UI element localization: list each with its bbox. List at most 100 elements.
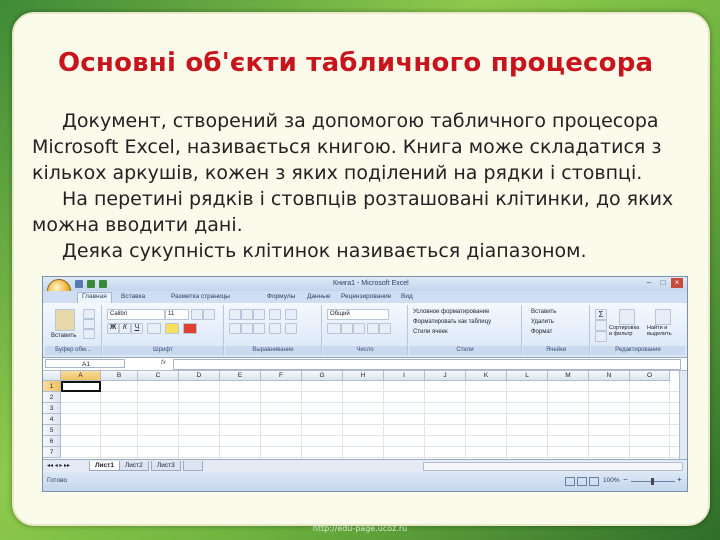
selected-cell-a1[interactable] (61, 381, 101, 392)
paste-button[interactable]: Вставить (51, 333, 76, 339)
zoom-slider-handle[interactable] (651, 478, 654, 485)
column-header-J[interactable]: J (425, 371, 466, 381)
insert-sheet-icon[interactable] (183, 461, 203, 471)
fill-icon[interactable] (595, 320, 607, 331)
underline-icon[interactable]: Ч (131, 323, 143, 334)
copy-icon[interactable] (83, 319, 95, 329)
row-header-2[interactable]: 2 (43, 392, 61, 403)
page-break-view-icon[interactable] (589, 477, 599, 486)
normal-view-icon[interactable] (565, 477, 575, 486)
align-top-icon[interactable] (229, 309, 241, 320)
number-format-select[interactable]: Общий (327, 309, 389, 320)
format-as-table-button[interactable]: Форматировать как таблицу (413, 319, 491, 325)
close-icon[interactable]: × (671, 278, 683, 288)
zoom-out-icon[interactable]: − (623, 475, 628, 484)
sheet-tab-2[interactable]: Лист2 (119, 461, 149, 471)
column-header-L[interactable]: L (507, 371, 548, 381)
tab-formulas[interactable]: Формулы (263, 293, 299, 300)
shrink-font-icon[interactable] (203, 309, 215, 320)
italic-icon[interactable]: К (119, 323, 131, 334)
slide-body: Документ, створений за допомогою табличн… (32, 108, 712, 264)
font-color-icon[interactable] (183, 323, 197, 334)
minimize-icon[interactable]: – (643, 278, 655, 288)
column-header-K[interactable]: K (466, 371, 507, 381)
sort-filter-button[interactable]: Сортировка и фильтр (609, 325, 643, 337)
save-icon[interactable] (75, 280, 83, 288)
sheet-tab-3[interactable]: Лист3 (151, 461, 181, 471)
select-all-corner[interactable] (43, 371, 61, 381)
font-name-select[interactable]: Calibri (107, 309, 165, 320)
increase-decimal-icon[interactable] (367, 323, 379, 334)
maximize-icon[interactable]: □ (657, 278, 669, 288)
paste-icon[interactable] (55, 309, 75, 331)
sort-filter-icon[interactable] (619, 309, 635, 325)
currency-icon[interactable] (327, 323, 341, 334)
clear-icon[interactable] (595, 331, 607, 342)
align-middle-icon[interactable] (241, 309, 253, 320)
column-header-A[interactable]: A (61, 371, 101, 381)
row-header-5[interactable]: 5 (43, 425, 61, 436)
fx-icon[interactable]: fx (161, 359, 166, 366)
sheet-tab-1[interactable]: Лист1 (89, 461, 120, 471)
align-center-icon[interactable] (241, 323, 253, 334)
horizontal-scrollbar[interactable] (423, 462, 683, 471)
comma-style-icon[interactable] (353, 323, 365, 334)
wrap-text-icon[interactable] (285, 309, 297, 320)
align-right-icon[interactable] (253, 323, 265, 334)
font-size-select[interactable]: 11 (165, 309, 189, 320)
delete-cells-button[interactable]: Удалить (531, 319, 554, 325)
column-header-B[interactable]: B (101, 371, 138, 381)
page-layout-view-icon[interactable] (577, 477, 587, 486)
column-header-E[interactable]: E (220, 371, 261, 381)
bold-icon[interactable]: Ж (107, 323, 119, 334)
format-cells-button[interactable]: Формат (531, 329, 552, 335)
cut-icon[interactable] (83, 309, 95, 319)
sheet-nav-arrows-icon[interactable]: ◂◂ ◂ ▸ ▸▸ (47, 462, 70, 469)
row-header-6[interactable]: 6 (43, 436, 61, 447)
tab-insert[interactable]: Вставка (117, 293, 149, 300)
fill-color-icon[interactable] (165, 323, 179, 334)
zoom-in-icon[interactable]: + (677, 475, 682, 484)
cell-styles-button[interactable]: Стили ячеек (413, 329, 448, 335)
worksheet-grid[interactable]: ABCDEFGHIJKLMNO 1234567 (43, 371, 679, 459)
format-painter-icon[interactable] (83, 329, 95, 339)
undo-icon[interactable] (87, 280, 95, 288)
align-bottom-icon[interactable] (253, 309, 265, 320)
row-header-4[interactable]: 4 (43, 414, 61, 425)
tab-review[interactable]: Рецензирование (337, 293, 395, 300)
group-label-cells: Ячейки (523, 346, 589, 355)
grow-font-icon[interactable] (191, 309, 203, 320)
tab-data[interactable]: Данные (303, 293, 334, 300)
merge-cells-icon[interactable] (285, 323, 297, 334)
vertical-scrollbar[interactable] (679, 371, 687, 459)
column-header-N[interactable]: N (589, 371, 630, 381)
column-header-D[interactable]: D (179, 371, 220, 381)
column-header-F[interactable]: F (261, 371, 302, 381)
indent-icon[interactable] (269, 323, 281, 334)
tab-home[interactable]: Главная (77, 292, 112, 303)
borders-icon[interactable] (147, 323, 161, 334)
orientation-icon[interactable] (269, 309, 281, 320)
tab-view[interactable]: Вид (397, 293, 417, 300)
column-header-I[interactable]: I (384, 371, 425, 381)
column-header-O[interactable]: O (630, 371, 670, 381)
autosum-icon[interactable]: Σ (595, 309, 607, 320)
row-header-1[interactable]: 1 (43, 381, 61, 392)
row-header-3[interactable]: 3 (43, 403, 61, 414)
column-header-M[interactable]: M (548, 371, 589, 381)
decrease-decimal-icon[interactable] (379, 323, 391, 334)
formula-input[interactable] (173, 359, 681, 370)
redo-icon[interactable] (99, 280, 107, 288)
column-header-G[interactable]: G (302, 371, 343, 381)
binoculars-icon[interactable] (655, 309, 671, 325)
name-box[interactable]: A1 (45, 359, 125, 368)
find-select-button[interactable]: Найти и выделить (647, 325, 681, 337)
tab-page-layout[interactable]: Разметка страницы (167, 293, 234, 300)
align-left-icon[interactable] (229, 323, 241, 334)
column-header-H[interactable]: H (343, 371, 384, 381)
insert-cells-button[interactable]: Вставить (531, 309, 556, 315)
conditional-formatting-button[interactable]: Условное форматирование (413, 309, 489, 315)
column-header-C[interactable]: C (138, 371, 179, 381)
row-header-7[interactable]: 7 (43, 447, 61, 458)
percent-icon[interactable] (341, 323, 353, 334)
